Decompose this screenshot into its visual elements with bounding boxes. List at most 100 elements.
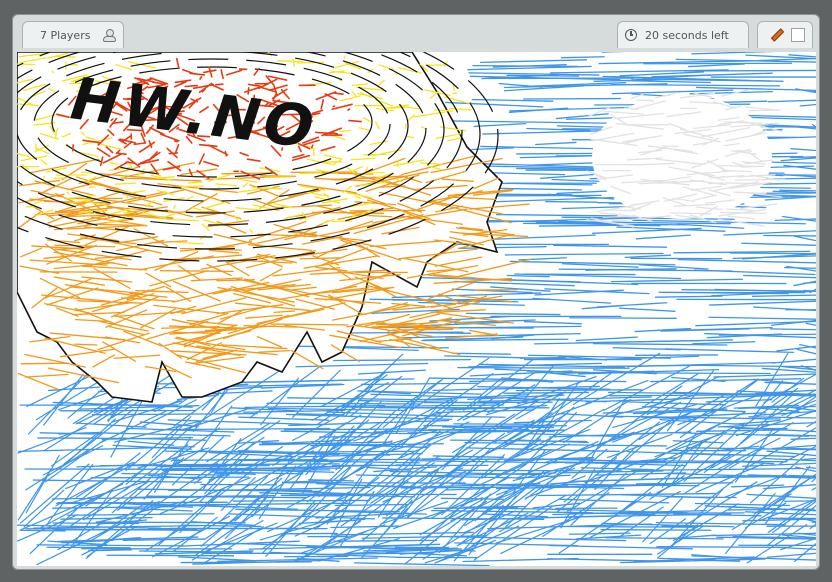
color-swatch[interactable]: [791, 28, 805, 42]
pencil-icon[interactable]: [770, 29, 783, 42]
scribble-stroke: [772, 358, 816, 364]
scribble-stroke: [566, 525, 698, 528]
scribble-stroke: [610, 278, 744, 283]
scribble-stroke: [472, 64, 579, 68]
scribble-stroke: [465, 312, 561, 316]
scribble-stroke: [713, 373, 816, 378]
scribble-stroke: [314, 131, 333, 135]
scribble-stroke: [400, 406, 438, 448]
scribble-stroke: [88, 186, 96, 189]
scribble-stroke: [575, 339, 734, 344]
scribble-stroke: [575, 336, 638, 342]
player-icon: [102, 28, 117, 42]
scribble-stroke: [741, 242, 816, 246]
top-bar: 7 Players 20 seconds left: [19, 19, 815, 49]
scribble-stroke: [635, 234, 691, 240]
scribble-stroke: [74, 343, 98, 346]
scribble-stroke: [142, 399, 197, 427]
scribble-stroke: [805, 322, 816, 326]
scribble-stroke: [568, 532, 631, 535]
scribble-stroke: [677, 258, 816, 264]
scribble-stroke: [458, 469, 623, 472]
scribble-stroke: [452, 352, 511, 355]
scribble-stroke: [692, 341, 756, 345]
scribble-stroke: [677, 223, 745, 229]
timer-tab: 20 seconds left: [617, 21, 749, 48]
scribble-stroke: [725, 208, 753, 211]
scribble-stroke: [473, 122, 527, 128]
scribble-stroke: [793, 235, 816, 242]
scribble-stroke: [448, 107, 472, 111]
scribble-stroke: [400, 486, 520, 489]
tools-tab[interactable]: [757, 21, 813, 48]
scribble-stroke: [620, 494, 711, 499]
scribble-stroke: [479, 59, 588, 64]
scribble-stroke: [724, 182, 763, 185]
scribble-stroke: [259, 175, 296, 177]
scribble-stroke: [665, 348, 795, 354]
scribble-stroke: [594, 364, 713, 367]
scribble-stroke: [409, 301, 481, 319]
scribble-stroke: [661, 145, 679, 148]
scribble-stroke: [316, 552, 433, 556]
scribble-stroke: [600, 528, 712, 531]
scribble-stroke: [298, 172, 323, 175]
scribble-stroke: [180, 561, 312, 564]
scribble-stroke: [764, 381, 816, 385]
scribble-stroke: [772, 190, 816, 194]
scribble-stroke: [464, 441, 511, 444]
scribble-stroke: [392, 298, 551, 301]
scribble-stroke: [723, 230, 816, 236]
scribble-stroke: [540, 173, 595, 179]
scribble-stroke: [457, 366, 630, 369]
scribble-stroke: [695, 320, 816, 327]
scribble-stroke: [799, 103, 816, 107]
scribble-stroke: [503, 391, 590, 394]
drawing-canvas[interactable]: HW.NO: [17, 52, 816, 566]
scribble-stroke: [769, 328, 816, 331]
scribble-stroke: [688, 63, 745, 68]
scribble-stroke: [696, 429, 788, 432]
scribble-stroke: [168, 152, 179, 155]
scribble-stroke: [691, 52, 777, 55]
scribble-stroke: [378, 404, 504, 408]
scribble-stroke: [363, 153, 387, 156]
scribble-stroke: [457, 246, 547, 249]
scribble-stroke: [360, 382, 479, 386]
scribble-stroke: [266, 402, 422, 405]
scribble-stroke: [462, 557, 579, 563]
scribble-stroke: [703, 421, 769, 474]
scribble-stroke: [177, 556, 256, 562]
scribble-stroke: [749, 116, 816, 121]
scribble-stroke: [569, 317, 677, 319]
players-count: 7 Players: [40, 28, 91, 42]
scribble-stroke: [347, 108, 351, 111]
players-tab[interactable]: 7 Players: [22, 21, 124, 48]
scribble-stroke: [46, 546, 131, 549]
scribble-stroke: [333, 539, 438, 542]
scribble-stroke: [656, 546, 791, 549]
scribble-stroke: [523, 320, 582, 325]
scribble-stroke: [618, 307, 676, 312]
scribble-stroke: [504, 252, 664, 256]
scribble-stroke: [708, 316, 816, 320]
scribble-stroke: [354, 562, 490, 566]
scribble-stroke: [495, 213, 618, 217]
scribble-stroke: [748, 416, 816, 419]
scribble-stroke: [445, 101, 544, 108]
scribble-stroke: [506, 274, 550, 278]
scribble-stroke: [779, 189, 816, 192]
scribble-stroke: [106, 554, 235, 557]
scribble-stroke: [742, 274, 816, 279]
scribble-stroke: [796, 348, 816, 355]
scribble-stroke: [790, 437, 816, 440]
scribble-stroke: [123, 444, 189, 492]
scribble-stroke: [276, 60, 304, 63]
scribble-stroke: [36, 544, 185, 547]
scribble-stroke: [654, 295, 723, 298]
scribble-stroke: [440, 120, 613, 124]
scribble-stroke: [605, 209, 637, 212]
cloud-fill: [592, 95, 772, 219]
drawing-svg[interactable]: HW.NO: [17, 52, 816, 566]
scribble-stroke: [553, 244, 668, 248]
